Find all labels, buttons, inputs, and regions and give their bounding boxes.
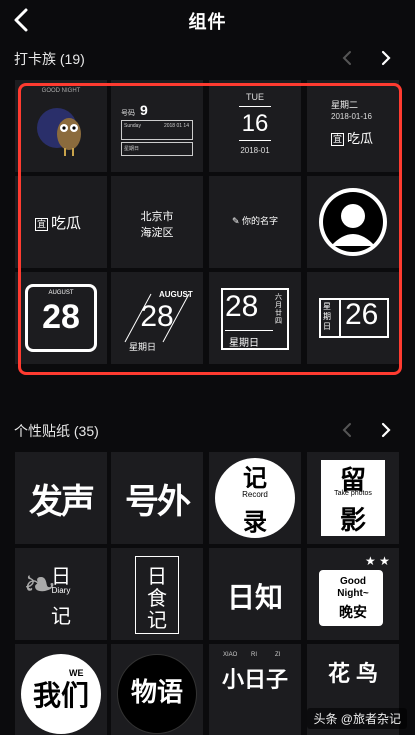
sticker-text: 物语 bbox=[130, 677, 183, 707]
tile-week: 星期日 bbox=[129, 342, 157, 352]
sticker-tile-tue-16[interactable]: TUE 16 2018-01 bbox=[209, 80, 301, 172]
tile-date: 2018-01-16 bbox=[331, 112, 372, 121]
tile-day: 16 bbox=[241, 110, 269, 137]
star-icon: ★ ★ bbox=[365, 554, 390, 568]
section-title: 打卡族 (19) bbox=[14, 51, 85, 67]
sticker-bottom: 录 bbox=[243, 509, 267, 536]
sticker-tile-fasheng[interactable]: 发声 bbox=[15, 452, 107, 544]
sticker-tile-brand[interactable]: 宜吃瓜 bbox=[15, 176, 107, 268]
tile-day: 28 bbox=[140, 300, 174, 333]
sticker-tile-date-card[interactable]: 号码 9 Sunday 2018 01 14 星期日 bbox=[111, 80, 203, 172]
sticker-mid: Diary bbox=[51, 586, 71, 595]
next-page-button[interactable] bbox=[375, 419, 397, 441]
sticker-tile-xiaorizi[interactable]: XIAO RI ZI 小日子 bbox=[209, 644, 301, 735]
sticker-top: 日 bbox=[51, 566, 71, 588]
divider bbox=[239, 140, 271, 141]
pinyin-1: XIAO bbox=[223, 652, 238, 658]
sticker-text: 我们 bbox=[32, 680, 89, 711]
sticker-tile-diary[interactable]: ❧ 日 Diary 记 bbox=[15, 548, 107, 640]
tile-day: 28 bbox=[42, 298, 80, 336]
sticker-text: 日知 bbox=[226, 582, 283, 613]
section-header-checkin: 打卡族 (19) bbox=[0, 40, 415, 76]
sticker-text: 发声 bbox=[29, 483, 95, 521]
sticker-tile-august-28-slash[interactable]: AUGUST 28 星期日 bbox=[111, 272, 203, 364]
sticker-line1: Good bbox=[339, 576, 367, 587]
tile-name: ✎ 你的名字 bbox=[231, 216, 279, 226]
sticker-bottom: 影 bbox=[339, 505, 366, 535]
tile-week: 星期二 bbox=[331, 100, 359, 110]
pinyin-3: ZI bbox=[275, 652, 281, 658]
sticker-text: 小日子 bbox=[221, 667, 288, 692]
tile-week: 星期日 bbox=[229, 338, 259, 349]
chevron-right-icon bbox=[381, 422, 391, 438]
tile-ym: 2018-01 bbox=[240, 146, 270, 155]
next-page-button[interactable] bbox=[375, 47, 397, 69]
avatar-icon bbox=[319, 188, 387, 256]
sticker-tile-record[interactable]: 记 Record 录 bbox=[209, 452, 301, 544]
watermark: 头条 @旅者杂记 bbox=[307, 708, 407, 729]
chevron-right-icon bbox=[381, 50, 391, 66]
tile-caption: GOOD NIGHT bbox=[41, 88, 81, 94]
section-header-stickers: 个性贴纸 (35) bbox=[0, 412, 415, 448]
pinyin-2: RI bbox=[251, 652, 257, 658]
tile-day: 28 bbox=[225, 290, 259, 323]
sticker-tile-lunar-28[interactable]: 28 星期日 六月廿四 bbox=[209, 272, 301, 364]
sticker-mid: Take photos bbox=[334, 490, 372, 497]
tile-week-box: 星期日 bbox=[121, 142, 193, 156]
prev-page-button[interactable] bbox=[337, 419, 359, 441]
tile-brand: 宜吃瓜 bbox=[35, 215, 82, 232]
prev-page-button[interactable] bbox=[337, 47, 359, 69]
sticker-badge: WE bbox=[69, 668, 84, 678]
tile-lunar: 六月廿四 bbox=[275, 294, 282, 325]
sticker-line2: Night~ bbox=[337, 588, 369, 599]
sticker-mid: Record bbox=[242, 490, 268, 499]
sticker-bottom: 记 bbox=[51, 606, 71, 628]
sticker-tile-location[interactable]: 北京市 海淀区 bbox=[111, 176, 203, 268]
tile-day: 26 bbox=[345, 298, 379, 331]
brand-icon: 宜 bbox=[35, 217, 48, 231]
sticker-tile-name[interactable]: ✎ 你的名字 bbox=[209, 176, 301, 268]
sticker-text: 花 鸟 bbox=[327, 661, 379, 686]
divider bbox=[239, 106, 271, 107]
sticker-tile-women[interactable]: 我们 WE bbox=[15, 644, 107, 735]
feather-icon: ✎ bbox=[231, 216, 240, 226]
tile-month: AUGUST bbox=[48, 290, 74, 296]
tile-info-box: Sunday 2018 01 14 bbox=[121, 120, 193, 140]
section-title: 个性贴纸 (35) bbox=[14, 423, 99, 439]
chevron-left-icon bbox=[342, 423, 351, 437]
divider bbox=[339, 300, 341, 336]
sticker-tile-wuyu[interactable]: 物语 bbox=[111, 644, 203, 735]
sticker-tile-august-28-box[interactable]: AUGUST 28 bbox=[15, 272, 107, 364]
sticker-tile-take-photos[interactable]: 留 Take photos 影 bbox=[307, 452, 399, 544]
sticker-bottom: 记 bbox=[147, 610, 167, 632]
sticker-line3: 晚安 bbox=[339, 604, 367, 620]
top-bar: 组件 bbox=[0, 0, 415, 40]
sticker-tile-good-night[interactable]: ★ ★ Good Night~ 晚安 bbox=[307, 548, 399, 640]
tile-line2: 海淀区 bbox=[140, 227, 174, 239]
sticker-tile-week-date-brand[interactable]: 星期二 2018-01-16 宜吃瓜 bbox=[307, 80, 399, 172]
sticker-tile-haowai[interactable]: 号外 bbox=[111, 452, 203, 544]
sticker-text: 号外 bbox=[125, 483, 191, 521]
page-title: 组件 bbox=[188, 12, 227, 32]
chevron-left-icon bbox=[342, 51, 351, 65]
brand-icon: 宜 bbox=[331, 133, 344, 147]
tile-dow: TUE bbox=[246, 92, 264, 102]
sticker-tile-food-diary[interactable]: 日 食 记 bbox=[111, 548, 203, 640]
tile-label: 号码 9 bbox=[121, 102, 148, 118]
tile-month: AUGUST bbox=[159, 290, 193, 299]
divider bbox=[225, 330, 273, 331]
sticker-tile-goodnight[interactable]: GOOD NIGHT bbox=[15, 80, 107, 172]
sticker-tile-rizhi[interactable]: 日知 bbox=[209, 548, 301, 640]
sticker-top: 记 bbox=[243, 465, 267, 492]
tile-line1: 北京市 bbox=[140, 211, 174, 223]
sticker-tile-week-26[interactable]: 星期日 26 bbox=[307, 272, 399, 364]
owl-icon bbox=[37, 108, 81, 156]
tile-brand: 宜吃瓜 bbox=[331, 131, 374, 147]
sticker-tile-avatar[interactable] bbox=[307, 176, 399, 268]
tile-week: 星期日 bbox=[323, 302, 331, 331]
